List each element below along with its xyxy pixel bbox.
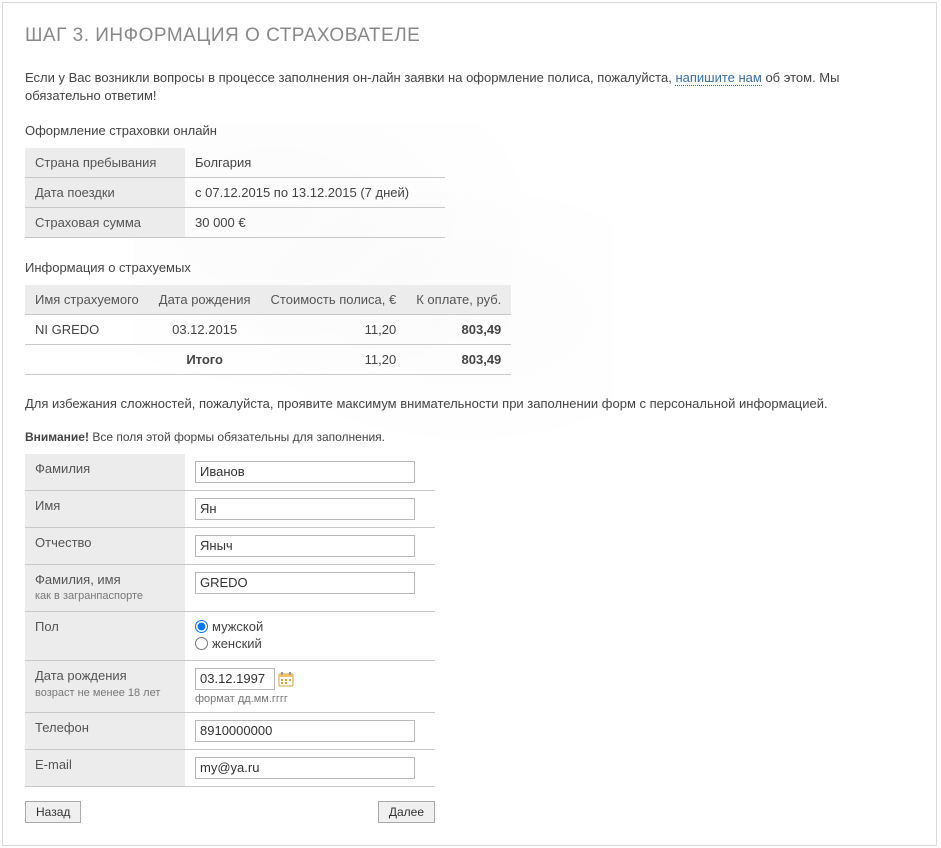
lastname-label: Фамилия <box>25 454 185 491</box>
dob-label: Дата рождения возраст не менее 18 лет <box>25 660 185 712</box>
total-label: Итого <box>149 345 261 375</box>
policy-info-table: Страна пребывания Болгария Дата поездки … <box>25 148 445 238</box>
intro-pre: Если у Вас возникли вопросы в процессе з… <box>25 70 675 85</box>
cell-cost: 11,20 <box>261 315 407 345</box>
country-value: Болгария <box>185 148 445 178</box>
attention-note: Для избежания сложностей, пожалуйста, пр… <box>25 395 914 413</box>
col-pay: К оплате, руб. <box>406 285 511 315</box>
firstname-label: Имя <box>25 490 185 527</box>
intro-text: Если у Вас возникли вопросы в процессе з… <box>25 69 914 105</box>
phone-input[interactable] <box>195 720 415 742</box>
gender-female-radio[interactable] <box>195 637 208 650</box>
lastname-input[interactable] <box>195 461 415 483</box>
next-button[interactable]: Далее <box>378 801 435 823</box>
dob-format-hint: формат дд.мм.гггг <box>195 693 425 705</box>
patronymic-label: Отчество <box>25 527 185 564</box>
page-title: ШАГ 3. ИНФОРМАЦИЯ О СТРАХОВАТЕЛЕ <box>25 25 914 47</box>
dates-label: Дата поездки <box>25 178 185 208</box>
insured-table: Имя страхуемого Дата рождения Стоимость … <box>25 285 511 375</box>
phone-label: Телефон <box>25 712 185 749</box>
passport-input[interactable] <box>195 572 415 594</box>
table-row-total: Итого 11,20 803,49 <box>25 345 511 375</box>
sum-label: Страховая сумма <box>25 208 185 238</box>
table-row: NI GREDO 03.12.2015 11,20 803,49 <box>25 315 511 345</box>
country-label: Страна пребывания <box>25 148 185 178</box>
firstname-input[interactable] <box>195 498 415 520</box>
subhead-insured: Информация о страхуемых <box>25 260 914 275</box>
cell-dob: 03.12.2015 <box>149 315 261 345</box>
gender-female-label: женский <box>212 636 262 651</box>
col-name: Имя страхуемого <box>25 285 149 315</box>
dob-input[interactable] <box>195 668 275 690</box>
cell-pay: 803,49 <box>406 315 511 345</box>
cell-name: NI GREDO <box>25 315 149 345</box>
dob-hint: возраст не менее 18 лет <box>35 686 175 700</box>
back-button[interactable]: Назад <box>25 801 81 823</box>
warning-note: Внимание! Все поля этой формы обязательн… <box>25 430 914 444</box>
calendar-icon[interactable] <box>277 671 295 687</box>
insurer-form: Фамилия Имя Отчество Фамилия, имя как в … <box>25 454 435 787</box>
col-dob: Дата рождения <box>149 285 261 315</box>
email-label: E-mail <box>25 749 185 786</box>
gender-label: Пол <box>25 611 185 660</box>
gender-male-radio[interactable] <box>195 620 208 633</box>
write-us-link[interactable]: напишите нам <box>675 70 761 86</box>
total-cost: 11,20 <box>261 345 407 375</box>
sum-value: 30 000 € <box>185 208 445 238</box>
patronymic-input[interactable] <box>195 535 415 557</box>
passport-label: Фамилия, имя как в загранпаспорте <box>25 564 185 611</box>
dates-value: с 07.12.2015 по 13.12.2015 (7 дней) <box>185 178 445 208</box>
gender-male-label: мужской <box>212 619 263 634</box>
col-cost: Стоимость полиса, € <box>261 285 407 315</box>
email-input[interactable] <box>195 757 415 779</box>
warning-bold: Внимание! <box>25 430 89 444</box>
subhead-policy: Оформление страховки онлайн <box>25 123 914 138</box>
passport-hint: как в загранпаспорте <box>35 589 175 603</box>
total-pay: 803,49 <box>406 345 511 375</box>
warning-rest: Все поля этой формы обязательны для запо… <box>89 430 385 444</box>
